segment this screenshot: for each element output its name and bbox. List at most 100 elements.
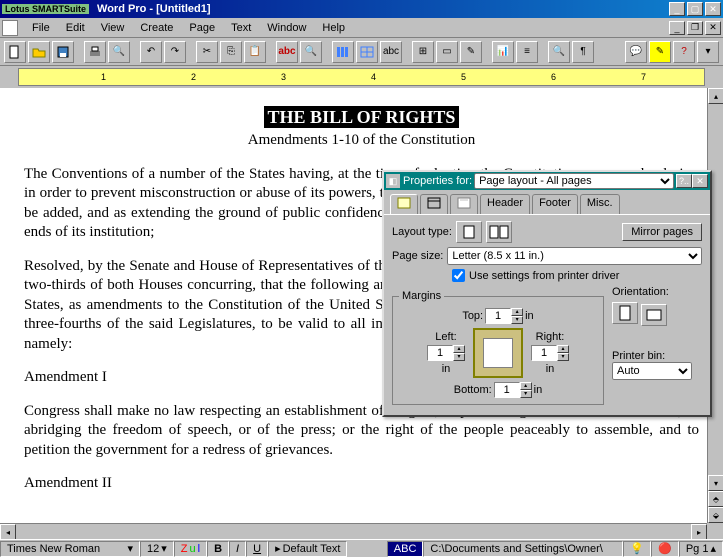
chart-button[interactable]: 📊 [492, 41, 514, 63]
doc-restore-button[interactable]: ❐ [687, 21, 703, 35]
scroll-up-button[interactable]: ▴ [708, 88, 723, 104]
margin-bottom-input[interactable] [494, 382, 520, 398]
columns-button[interactable] [332, 41, 354, 63]
menu-edit[interactable]: Edit [58, 20, 93, 36]
frame-button[interactable]: ▭ [436, 41, 458, 63]
bottom-label: Bottom: [454, 384, 492, 396]
tab-misc[interactable]: Misc. [580, 194, 620, 214]
unit-label: in [534, 384, 543, 396]
doc-close-button[interactable]: ✕ [705, 21, 721, 35]
copy-button[interactable]: ⎘ [220, 41, 242, 63]
spin-down[interactable]: ▾ [511, 316, 523, 324]
dialog-help-button[interactable]: ?.. [676, 174, 692, 188]
layout-type-label: Layout type: [392, 226, 452, 238]
document-icon[interactable] [2, 20, 18, 36]
properties-for-select[interactable]: Page layout - All pages [474, 173, 674, 189]
open-button[interactable] [28, 41, 50, 63]
save-button[interactable] [52, 41, 74, 63]
printer-bin-select[interactable]: Auto [612, 362, 692, 380]
help-button[interactable]: ? [673, 41, 695, 63]
dialog-close-button[interactable]: ✕ [692, 174, 708, 188]
minimize-button[interactable]: _ [669, 2, 685, 16]
undo-button[interactable]: ↶ [140, 41, 162, 63]
tab-size[interactable] [390, 194, 418, 214]
print-preview-button[interactable]: 🔍 [108, 41, 130, 63]
underline-button[interactable]: U [246, 541, 268, 557]
maximize-button[interactable]: ▢ [687, 2, 703, 16]
spin-up[interactable]: ▴ [557, 345, 569, 353]
page-up-button[interactable]: ⬘ [708, 491, 723, 507]
margin-right-input[interactable] [531, 345, 557, 361]
italic-button[interactable]: I [229, 541, 246, 557]
menu-view[interactable]: View [93, 20, 133, 36]
style-selector[interactable]: ▸Default Text [268, 541, 347, 557]
landscape-button[interactable] [641, 304, 667, 326]
spellcheck-button[interactable]: abc [276, 41, 298, 63]
paste-button[interactable]: 📋 [244, 41, 266, 63]
bold-button[interactable]: B [207, 541, 229, 557]
use-printer-checkbox[interactable] [452, 269, 465, 282]
new-button[interactable] [4, 41, 26, 63]
menu-help[interactable]: Help [314, 20, 353, 36]
path-display[interactable]: C:\Documents and Settings\Owner\ [423, 541, 623, 557]
zoom-button[interactable]: 🔍 [548, 41, 570, 63]
spin-up[interactable]: ▴ [520, 382, 532, 390]
menu-create[interactable]: Create [132, 20, 181, 36]
menu-window[interactable]: Window [259, 20, 314, 36]
title-bar: Lotus SMARTSuite Word Pro - [Untitled1] … [0, 0, 723, 18]
tab-header[interactable]: Header [480, 194, 530, 214]
unit-label: in [442, 363, 451, 375]
toolbar: 🔍 ↶ ↷ ✂ ⎘ 📋 abc 🔍 abc ⊞ ▭ ✎ 📊 ≡ 🔍 ¶ 💬 ✎ … [0, 38, 723, 66]
tab-watermark[interactable] [450, 194, 478, 214]
dialog-titlebar[interactable]: ◧ Properties for: Page layout - All page… [384, 172, 710, 190]
mirror-pages-button[interactable]: Mirror pages [622, 223, 702, 241]
tab-lines[interactable] [420, 194, 448, 214]
scroll-left-button[interactable]: ◂ [0, 524, 16, 540]
draw-button[interactable]: ✎ [460, 41, 482, 63]
align-button[interactable]: ≡ [516, 41, 538, 63]
toolbar-menu-button[interactable]: ▾ [697, 41, 719, 63]
menu-text[interactable]: Text [223, 20, 259, 36]
highlight-button[interactable]: ✎ [649, 41, 671, 63]
spin-down[interactable]: ▾ [453, 353, 465, 361]
redo-button[interactable]: ↷ [164, 41, 186, 63]
scroll-right-button[interactable]: ▸ [691, 524, 707, 540]
menu-page[interactable]: Page [181, 20, 223, 36]
scroll-down-button[interactable]: ▾ [708, 475, 723, 491]
properties-dialog: ◧ Properties for: Page layout - All page… [382, 170, 712, 417]
spin-up[interactable]: ▴ [511, 308, 523, 316]
abc-indicator[interactable]: ABC [387, 541, 424, 557]
doc-minimize-button[interactable]: _ [669, 21, 685, 35]
margin-left-input[interactable] [427, 345, 453, 361]
font-selector[interactable]: Times New Roman ▾ [0, 541, 140, 557]
portrait-button[interactable] [612, 302, 638, 324]
tab-footer[interactable]: Footer [532, 194, 578, 214]
close-button[interactable]: ✕ [705, 2, 721, 16]
horizontal-scrollbar[interactable]: ◂ ▸ [0, 523, 707, 539]
page-down-button[interactable]: ⬙ [708, 507, 723, 523]
record-icon[interactable]: 🔴 [651, 541, 679, 557]
spin-down[interactable]: ▾ [557, 353, 569, 361]
ruler[interactable]: 1 2 3 4 5 6 7 [0, 66, 723, 88]
margins-preview [473, 328, 523, 378]
margin-top-input[interactable] [485, 308, 511, 324]
bulb-icon[interactable]: 💡 [623, 541, 651, 557]
doc-subtitle: Amendments 1-10 of the Constitution [24, 131, 699, 151]
cut-button[interactable]: ✂ [196, 41, 218, 63]
spin-up[interactable]: ▴ [453, 345, 465, 353]
color-selector[interactable]: Zul [174, 541, 207, 557]
page-size-select[interactable]: Letter (8.5 x 11 in.) [447, 247, 702, 265]
table-button[interactable] [356, 41, 378, 63]
comment-button[interactable]: 💬 [625, 41, 647, 63]
show-hide-button[interactable]: ¶ [572, 41, 594, 63]
spell-button[interactable]: abc [380, 41, 402, 63]
layout-facing-button[interactable] [486, 221, 512, 243]
page-indicator[interactable]: Pg 1 ▴ [679, 541, 723, 557]
font-size-selector[interactable]: 12 ▾ [140, 541, 174, 557]
print-button[interactable] [84, 41, 106, 63]
insert-button[interactable]: ⊞ [412, 41, 434, 63]
spin-down[interactable]: ▾ [520, 390, 532, 398]
find-button[interactable]: 🔍 [300, 41, 322, 63]
layout-single-button[interactable] [456, 221, 482, 243]
menu-file[interactable]: File [24, 20, 58, 36]
